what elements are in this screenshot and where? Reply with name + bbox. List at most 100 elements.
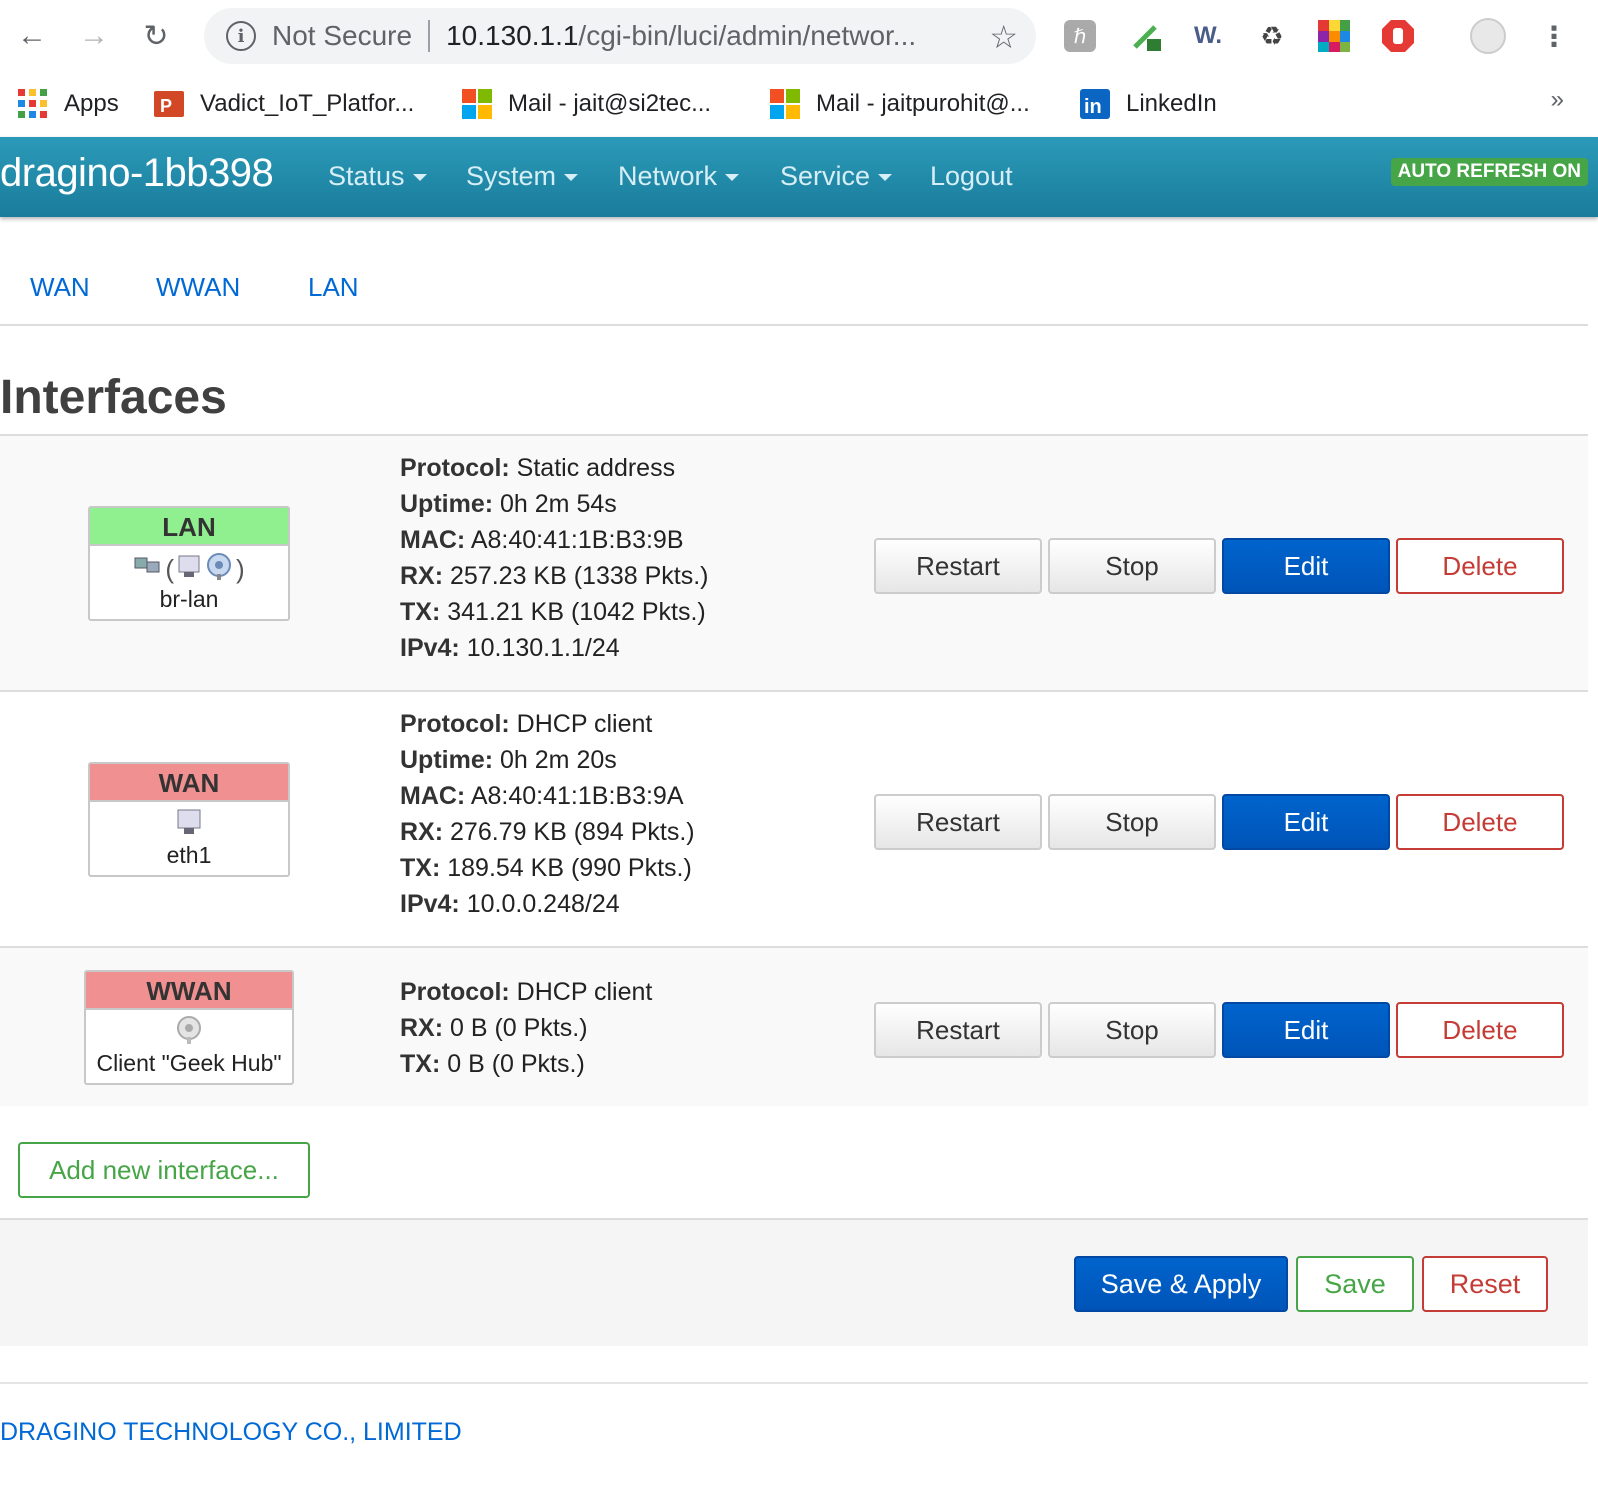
interface-details: Protocol: Static address Uptime: 0h 2m 5… (400, 450, 709, 666)
restart-button[interactable]: Restart (874, 794, 1042, 850)
menu-label: Network (618, 161, 718, 191)
info-icon[interactable]: i (226, 21, 256, 51)
tab-wan[interactable]: WAN (30, 272, 90, 303)
save-button[interactable]: Save (1296, 1256, 1414, 1312)
detail-uptime: Uptime: 0h 2m 54s (400, 490, 617, 518)
menu-service[interactable]: Service (780, 161, 893, 192)
interface-name: WAN (90, 764, 288, 802)
detail-tx: TX: 0 B (0 Pkts.) (400, 1050, 585, 1078)
device-name: br-lan (159, 586, 219, 612)
footer-company[interactable]: DRAGINO TECHNOLOGY CO., LIMITED (0, 1418, 462, 1447)
device-name: eth1 (166, 842, 212, 868)
recycle-extension-icon[interactable]: ♻ (1254, 18, 1290, 54)
detail-protocol: Protocol: DHCP client (400, 710, 653, 738)
color-palette-extension-icon[interactable] (1316, 18, 1352, 54)
bookmark-label: Mail - jait@si2tec... (508, 90, 712, 117)
save-apply-button[interactable]: Save & Apply (1074, 1256, 1288, 1312)
restart-button[interactable]: Restart (874, 1002, 1042, 1058)
auto-refresh-badge[interactable]: AUTO REFRESH ON (1390, 158, 1588, 186)
url-host: 10.130.1.1 (446, 20, 579, 51)
svg-text:P: P (160, 96, 172, 116)
detail-protocol: Protocol: DHCP client (400, 978, 653, 1006)
detail-mac: MAC: A8:40:41:1B:B3:9A (400, 782, 684, 810)
detail-ipv4: IPv4: 10.130.1.1/24 (400, 634, 620, 662)
tab-wwan[interactable]: WWAN (156, 272, 240, 303)
back-arrow-icon[interactable]: ← (8, 12, 56, 60)
detail-ipv4: IPv4: 10.0.0.248/24 (400, 890, 620, 918)
eyedropper-extension-icon[interactable] (1128, 18, 1164, 54)
interface-badge-wwan: WWAN Client "Geek Hub" (84, 970, 294, 1085)
interface-badge-lan: LAN ( ) br-lan (88, 506, 290, 621)
wifi-icon (204, 552, 234, 587)
adblock-stop-icon[interactable] (1380, 18, 1416, 54)
interface-badge-wan: WAN eth1 (88, 762, 290, 877)
device-icons (86, 1015, 292, 1052)
footer-divider (0, 1382, 1588, 1384)
detail-uptime: Uptime: 0h 2m 20s (400, 746, 617, 774)
browser-toolbar: ← → ↻ i Not Secure 10.130.1.1/cgi-bin/lu… (0, 0, 1598, 72)
bookmark-apps[interactable]: Apps (18, 86, 119, 122)
device-icons: ( ) (90, 552, 288, 586)
interface-details: Protocol: DHCP client RX: 0 B (0 Pkts.) … (400, 974, 652, 1082)
menu-label: Service (780, 161, 871, 191)
stop-button[interactable]: Stop (1048, 1002, 1216, 1058)
bridge-icon (133, 554, 163, 585)
device-name: Client "Geek Hub" (96, 1050, 282, 1076)
menu-network[interactable]: Network (618, 161, 740, 192)
security-indicator[interactable]: Not Secure (272, 20, 412, 52)
microsoft-icon (770, 89, 800, 119)
interface-details: Protocol: DHCP client Uptime: 0h 2m 20s … (400, 706, 695, 922)
bookmark-linkedin[interactable]: in LinkedIn (1080, 86, 1217, 122)
reset-button[interactable]: Reset (1422, 1256, 1548, 1312)
interface-row-wwan: WWAN Client "Geek Hub" Protocol: DHCP cl… (0, 946, 1588, 1106)
bookmark-mail-si2tec[interactable]: Mail - jait@si2tec... (462, 86, 711, 122)
paren-close: ) (236, 553, 245, 584)
extension-w-icon[interactable]: W. (1190, 18, 1226, 54)
profile-avatar-icon[interactable] (1470, 18, 1506, 54)
detail-rx: RX: 276.79 KB (894 Pkts.) (400, 818, 695, 846)
add-interface-button[interactable]: Add new interface... (18, 1142, 310, 1198)
bookmark-star-icon[interactable]: ☆ (989, 18, 1018, 56)
delete-button[interactable]: Delete (1396, 538, 1564, 594)
browser-menu-icon[interactable]: ⋮ (1536, 18, 1572, 54)
delete-button[interactable]: Delete (1396, 1002, 1564, 1058)
edit-button[interactable]: Edit (1222, 794, 1390, 850)
microsoft-icon (462, 89, 492, 119)
bookmark-mail-jaitpurohit[interactable]: Mail - jaitpurohit@... (770, 86, 1030, 122)
reload-icon[interactable]: ↻ (132, 12, 180, 60)
forward-arrow-icon[interactable]: → (70, 12, 118, 60)
detail-rx: RX: 0 B (0 Pkts.) (400, 1014, 588, 1042)
more-bookmarks-chevron-icon[interactable]: » (1551, 86, 1564, 114)
detail-tx: TX: 189.54 KB (990 Pkts.) (400, 854, 692, 882)
bookmark-vadict[interactable]: P Vadict_IoT_Platfor... (154, 86, 414, 122)
interface-row-wan: WAN eth1 Protocol: DHCP client Uptime: 0… (0, 690, 1588, 948)
stop-button[interactable]: Stop (1048, 794, 1216, 850)
edit-button[interactable]: Edit (1222, 538, 1390, 594)
luci-header: dragino-1bb398 Status System Network Ser… (0, 137, 1598, 217)
menu-system[interactable]: System (466, 161, 579, 192)
tab-lan[interactable]: LAN (308, 272, 359, 303)
extension-h-icon[interactable]: ℏ (1062, 18, 1098, 54)
hostname-brand[interactable]: dragino-1bb398 (0, 151, 274, 196)
address-bar[interactable]: i Not Secure 10.130.1.1/cgi-bin/luci/adm… (204, 8, 1036, 64)
ethernet-port-icon (175, 807, 203, 844)
menu-logout[interactable]: Logout (930, 161, 1013, 192)
restart-button[interactable]: Restart (874, 538, 1042, 594)
bookmark-label: Mail - jaitpurohit@... (816, 90, 1030, 117)
stop-button[interactable]: Stop (1048, 538, 1216, 594)
paren-open: ( (165, 553, 174, 584)
menu-label: System (466, 161, 557, 191)
detail-protocol: Protocol: Static address (400, 454, 676, 482)
caret-down-icon (564, 174, 579, 182)
apps-grid-icon (18, 89, 48, 119)
interface-tabs: WAN WWAN LAN (0, 222, 1588, 326)
bookmark-label: Apps (64, 90, 119, 117)
caret-down-icon (725, 174, 740, 182)
bookmark-label: Vadict_IoT_Platfor... (200, 90, 415, 117)
powerpoint-icon: P (154, 89, 184, 119)
menu-status[interactable]: Status (328, 161, 427, 192)
delete-button[interactable]: Delete (1396, 794, 1564, 850)
bookmark-label: LinkedIn (1126, 90, 1217, 117)
edit-button[interactable]: Edit (1222, 1002, 1390, 1058)
wifi-disabled-icon (174, 1015, 204, 1052)
